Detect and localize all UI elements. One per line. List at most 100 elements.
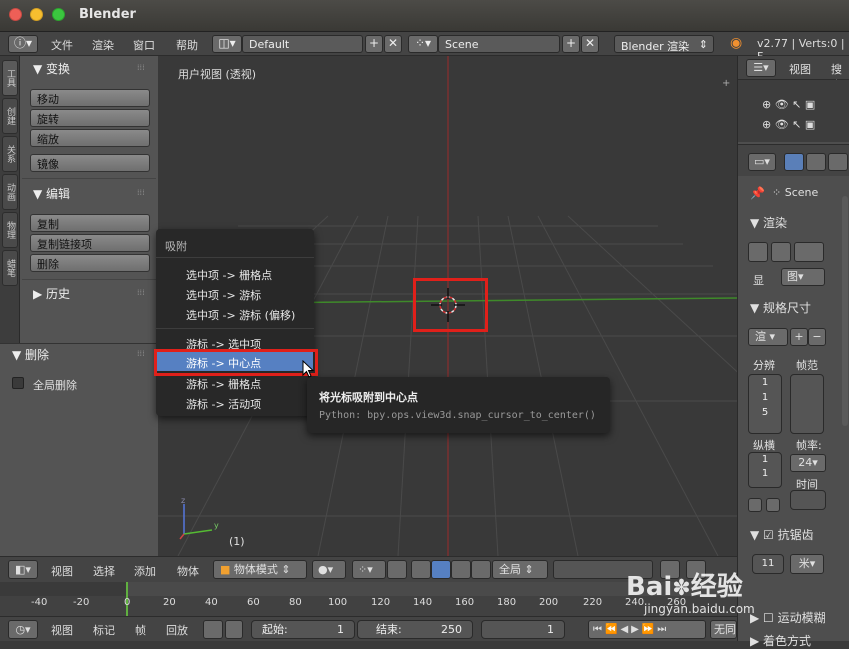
aspect-fields[interactable]: 1 1: [748, 452, 782, 488]
edit-header[interactable]: ▼ 编辑: [33, 185, 70, 202]
duplicate-button[interactable]: 复制: [30, 214, 150, 232]
manipulator-toggle-icon[interactable]: [387, 560, 407, 579]
add-layout-icon[interactable]: +: [365, 35, 383, 53]
close-window-button[interactable]: [9, 8, 22, 21]
orientation-icon[interactable]: [471, 560, 491, 579]
add-preset-icon[interactable]: +: [790, 328, 808, 346]
mode-select[interactable]: ■ 物体模式 ⇕: [213, 560, 307, 579]
menu-help[interactable]: 帮助: [176, 37, 198, 53]
panel-grip-icon[interactable]: ⁞⁞⁞: [137, 188, 145, 197]
remove-preset-icon[interactable]: −: [808, 328, 826, 346]
render-layers-tab-icon[interactable]: [806, 153, 826, 171]
timeline-editor-icon[interactable]: ◷▾: [8, 620, 38, 639]
mirror-button[interactable]: 镜像: [30, 154, 150, 172]
render-audio-icon[interactable]: [794, 242, 824, 262]
render-preset-select[interactable]: 渲 ▾: [748, 328, 788, 346]
3d-view-editor-icon[interactable]: ◧▾: [8, 560, 38, 579]
time-fields[interactable]: [790, 490, 826, 510]
panel-grip-icon[interactable]: ⁞⁞⁞: [137, 63, 145, 72]
minimize-window-button[interactable]: [30, 8, 43, 21]
operator-header[interactable]: ▼ 删除: [12, 346, 49, 363]
aa-filter-select[interactable]: 米▾: [790, 554, 824, 574]
menu-object[interactable]: 物体: [177, 563, 199, 579]
outliner-tree[interactable]: ⊕ 👁 ↖ ▣ ⊕ 👁 ↖ ▣: [738, 80, 849, 142]
scene-field[interactable]: Scene: [438, 35, 560, 53]
history-header[interactable]: ▶ 历史: [33, 285, 70, 302]
tab-animation[interactable]: 动画: [2, 174, 18, 210]
scale-button[interactable]: 缩放: [30, 129, 150, 147]
border-checkbox[interactable]: [748, 498, 762, 512]
timeline-menu-playback[interactable]: 回放: [166, 622, 188, 638]
menu-item-cursor-to-grid[interactable]: 游标 -> 栅格点: [186, 376, 261, 392]
rotate-button[interactable]: 旋转: [30, 109, 150, 127]
scale-manipulator-icon[interactable]: [451, 560, 471, 579]
render-tab-icon[interactable]: [784, 153, 804, 171]
tab-create[interactable]: 创建: [2, 98, 18, 134]
3d-cursor-icon[interactable]: [431, 288, 465, 322]
fps-select[interactable]: 24▾: [790, 454, 826, 472]
preview-range-icon[interactable]: [203, 620, 223, 639]
add-scene-icon[interactable]: +: [562, 35, 580, 53]
remove-scene-icon[interactable]: ✕: [581, 35, 599, 53]
outliner-view-menu[interactable]: 视图: [789, 61, 811, 77]
screen-layout-icon[interactable]: ◫▾: [212, 35, 242, 53]
duplicate-linked-button[interactable]: 复制链接项: [30, 234, 150, 252]
motion-blur-section-header[interactable]: ▶ ☐ 运动模糊: [750, 609, 826, 626]
render-image-icon[interactable]: [748, 242, 768, 262]
move-button[interactable]: 移动: [30, 89, 150, 107]
rotate-manipulator-icon[interactable]: [431, 560, 451, 579]
menu-file[interactable]: 文件: [51, 37, 73, 53]
tab-grease-pencil[interactable]: 蜡笔: [2, 250, 18, 286]
lock-frame-icon[interactable]: [225, 620, 243, 639]
delete-button[interactable]: 删除: [30, 254, 150, 272]
global-delete-checkbox[interactable]: [12, 377, 24, 389]
remove-layout-icon[interactable]: ✕: [384, 35, 402, 53]
frame-range-fields[interactable]: [790, 374, 824, 434]
transform-orientation-select[interactable]: 全局 ⇕: [492, 560, 548, 579]
tab-relations[interactable]: 关系: [2, 136, 18, 172]
timeline-menu-marker[interactable]: 标记: [93, 622, 115, 638]
viewport-shading-select[interactable]: ●▾: [312, 560, 346, 579]
end-frame-field[interactable]: 结束: 250: [357, 620, 473, 639]
panel-grip-icon[interactable]: ⁞⁞⁞: [137, 288, 145, 297]
dimensions-section-header[interactable]: ▼ 规格尺寸: [750, 299, 811, 316]
menu-window[interactable]: 窗口: [133, 37, 155, 53]
properties-editor-icon[interactable]: ▭▾: [748, 153, 776, 171]
menu-view[interactable]: 视图: [51, 563, 73, 579]
translate-manipulator-icon[interactable]: [411, 560, 431, 579]
current-frame-field[interactable]: 1: [481, 620, 565, 639]
transform-header[interactable]: ▼ 变换: [33, 60, 70, 77]
panel-grip-icon[interactable]: ⁞⁞⁞: [137, 349, 145, 358]
maximize-window-button[interactable]: [52, 8, 65, 21]
scene-icon[interactable]: ⁘▾: [408, 35, 438, 53]
menu-item-selection-to-cursor-offset[interactable]: 选中项 -> 游标 (偏移): [186, 307, 295, 323]
properties-scrollbar[interactable]: [842, 196, 848, 426]
tab-tools[interactable]: 工具: [2, 60, 18, 96]
layout-field[interactable]: Default: [242, 35, 363, 53]
timeline-menu-frame[interactable]: 帧: [135, 622, 146, 638]
render-section-header[interactable]: ▼ 渲染: [750, 214, 787, 231]
timeline-menu-view[interactable]: 视图: [51, 622, 73, 638]
pivot-point-select[interactable]: ⁘▾: [352, 560, 386, 579]
expand-icon[interactable]: +: [722, 78, 730, 89]
aa-samples-field[interactable]: 11: [752, 554, 784, 574]
menu-item-selection-to-grid[interactable]: 选中项 -> 栅格点: [186, 267, 272, 283]
outliner-editor-icon[interactable]: ☰▾: [746, 59, 776, 77]
pin-icon[interactable]: 📌: [750, 186, 765, 200]
menu-add[interactable]: 添加: [134, 563, 156, 579]
menu-item-selection-to-cursor[interactable]: 选中项 -> 游标: [186, 287, 261, 303]
scene-tab-icon[interactable]: [828, 153, 848, 171]
crop-checkbox[interactable]: [766, 498, 780, 512]
tab-physics[interactable]: 物理: [2, 212, 18, 248]
antialias-section-header[interactable]: ▼ ☑ 抗锯齿: [750, 526, 814, 543]
resolution-fields[interactable]: 1 1 5: [748, 374, 782, 434]
editor-type-info-icon[interactable]: ⓘ▾: [8, 35, 38, 53]
sync-mode-select[interactable]: 无同: [710, 620, 737, 639]
render-engine-select[interactable]: Blender 渲染 ⇕: [614, 35, 714, 53]
display-select[interactable]: 图▾: [781, 268, 825, 286]
start-frame-field[interactable]: 起始: 1: [251, 620, 355, 639]
menu-render[interactable]: 渲染: [92, 37, 114, 53]
render-animation-icon[interactable]: [771, 242, 791, 262]
playback-controls[interactable]: ⏮⏪◀▶⏩⏭: [588, 620, 706, 639]
menu-select[interactable]: 选择: [93, 563, 115, 579]
